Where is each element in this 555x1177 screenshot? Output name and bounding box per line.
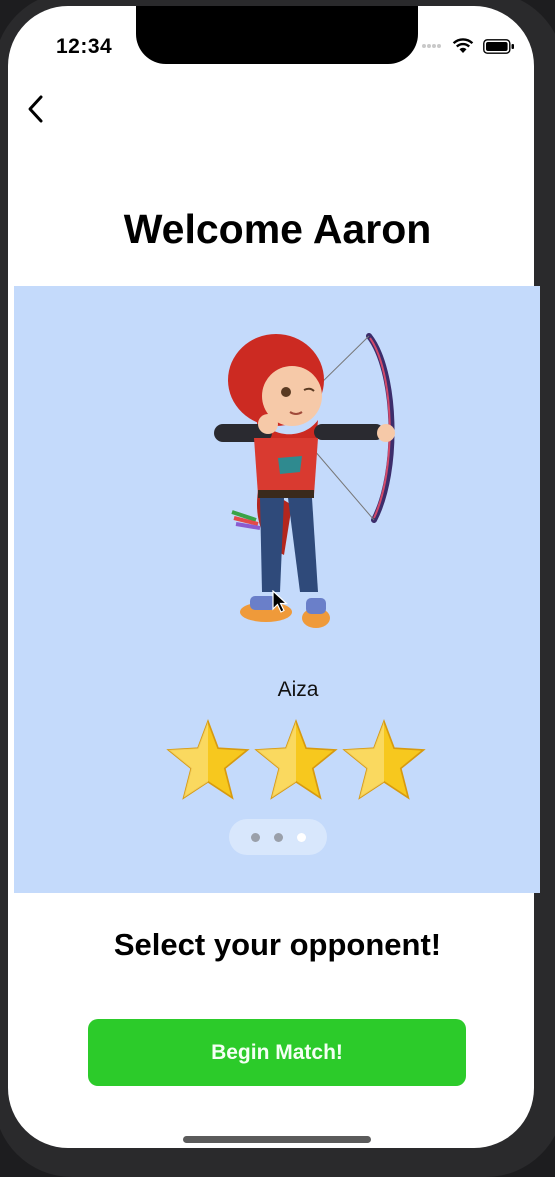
opponent-name: Aiza xyxy=(277,678,319,701)
select-opponent-heading: Select your opponent! xyxy=(113,927,442,962)
page-dot-active[interactable] xyxy=(296,832,306,842)
status-icons xyxy=(421,38,515,54)
mouse-cursor-icon xyxy=(272,590,288,613)
difficulty-stars xyxy=(166,718,426,802)
begin-match-button[interactable]: Begin Match! xyxy=(88,1019,466,1086)
star-icon xyxy=(254,718,338,800)
page-dot[interactable] xyxy=(273,832,283,842)
home-indicator xyxy=(183,1136,371,1143)
star-icon xyxy=(342,718,426,800)
page-dot[interactable] xyxy=(250,832,260,842)
wifi-icon xyxy=(452,38,474,53)
battery-icon xyxy=(483,38,514,54)
back-button[interactable] xyxy=(20,92,50,126)
archer-character-image xyxy=(214,333,395,628)
star-icon xyxy=(166,718,250,800)
status-time: 12:34 xyxy=(56,35,113,58)
page-indicator[interactable] xyxy=(229,819,327,855)
cellular-icon xyxy=(422,44,441,48)
device-notch xyxy=(136,6,418,64)
chevron-left-icon xyxy=(28,95,43,123)
page-title: Welcome Aaron xyxy=(123,206,432,252)
